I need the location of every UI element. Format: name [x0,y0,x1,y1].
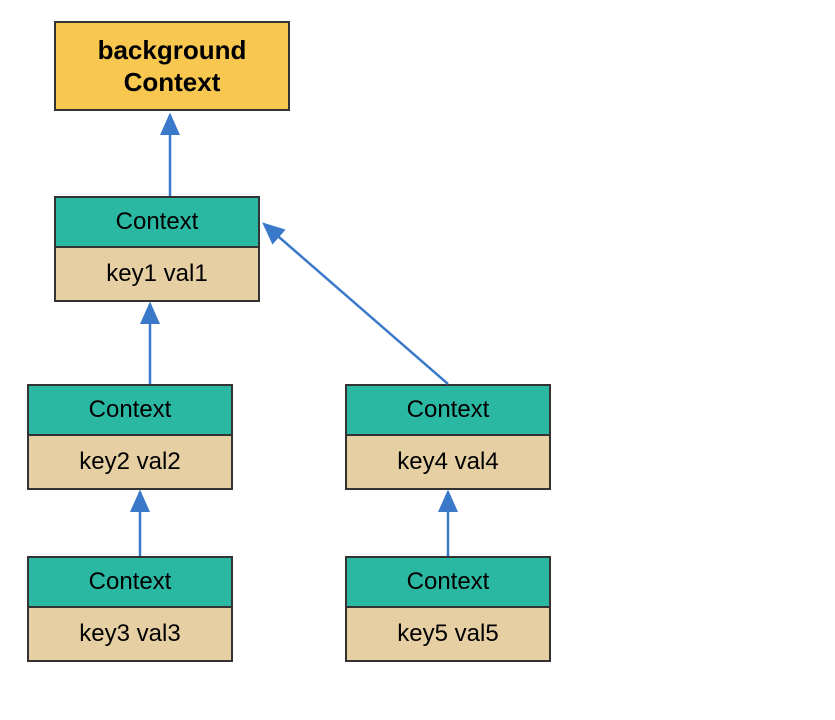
context-node-4-header: Context [347,386,549,436]
root-context-node: background Context [54,21,290,111]
context-node-5: Context key5 val5 [345,556,551,662]
context-node-3-body: key3 val3 [29,608,231,660]
context-node-3: Context key3 val3 [27,556,233,662]
context-node-1: Context key1 val1 [54,196,260,302]
context-node-4-body: key4 val4 [347,436,549,488]
context-node-2-body: key2 val2 [29,436,231,488]
root-label-line1: background [98,34,247,67]
context-node-4: Context key4 val4 [345,384,551,490]
context-node-3-header: Context [29,558,231,608]
context-node-1-header: Context [56,198,258,248]
context-node-1-body: key1 val1 [56,248,258,300]
context-node-2-header: Context [29,386,231,436]
edge-n4-n1 [264,224,448,384]
context-node-2: Context key2 val2 [27,384,233,490]
context-node-5-body: key5 val5 [347,608,549,660]
root-label-line2: Context [124,66,221,99]
context-node-5-header: Context [347,558,549,608]
